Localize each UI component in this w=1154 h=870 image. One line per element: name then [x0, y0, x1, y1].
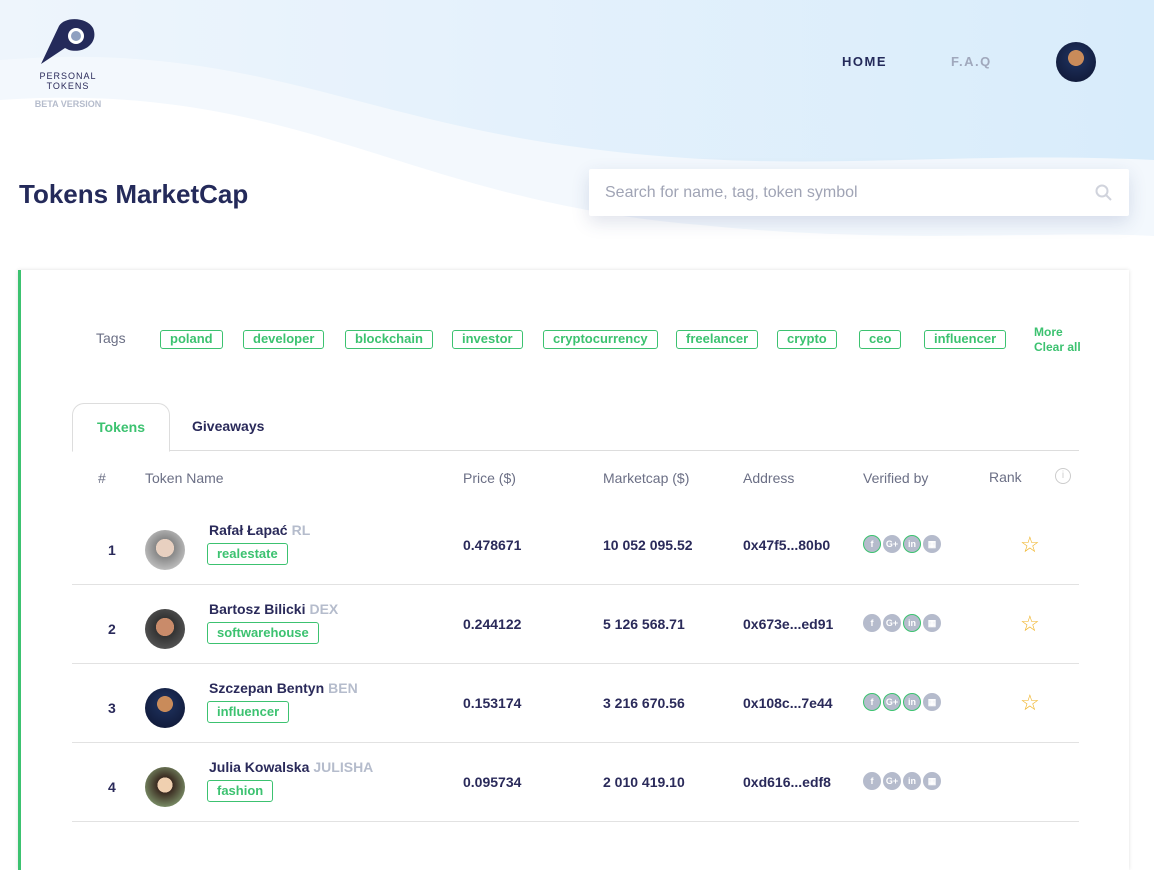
search-box [589, 169, 1129, 216]
token-address[interactable]: 0x47f5...80b0 [743, 537, 830, 553]
table-row[interactable]: 1 Rafał Łapać RL realestate 0.478671 10 0… [72, 506, 1079, 585]
row-rank: 3 [108, 700, 116, 716]
website-icon[interactable]: ▦ [923, 535, 941, 553]
facebook-icon[interactable]: f [863, 535, 881, 553]
token-name[interactable]: Julia Kowalska [209, 759, 309, 775]
linkedin-icon[interactable]: in [903, 693, 921, 711]
facebook-icon[interactable]: f [863, 614, 881, 632]
col-token-name[interactable]: Token Name [145, 470, 224, 486]
token-avatar[interactable] [145, 688, 185, 728]
linkedin-icon[interactable]: in [903, 535, 921, 553]
logo-name: PERSONAL TOKENS [39, 71, 97, 91]
row-rank: 1 [108, 542, 116, 558]
row-rank: 2 [108, 621, 116, 637]
table-row[interactable]: 4 Julia Kowalska JULISHA fashion 0.095734… [72, 743, 1079, 822]
facebook-icon[interactable]: f [863, 693, 881, 711]
tag-filter[interactable]: poland [160, 330, 223, 349]
verified-icons: f G+ in ▦ [863, 693, 941, 711]
tag-filter[interactable]: investor [452, 330, 523, 349]
tab-bar: Tokens Giveaways [72, 403, 1079, 452]
token-symbol: RL [291, 522, 311, 538]
token-name[interactable]: Szczepan Bentyn [209, 680, 324, 696]
tab-tokens[interactable]: Tokens [72, 403, 170, 452]
google-plus-icon[interactable]: G+ [883, 535, 901, 553]
col-address: Address [743, 470, 795, 486]
tag-filter[interactable]: developer [243, 330, 325, 349]
token-avatar[interactable] [145, 609, 185, 649]
token-address[interactable]: 0x108c...7e44 [743, 695, 833, 711]
token-price: 0.153174 [463, 695, 522, 711]
star-icon[interactable]: ☆ [1020, 532, 1040, 558]
star-icon[interactable]: ☆ [1020, 611, 1040, 637]
tag-filter[interactable]: blockchain [345, 330, 433, 349]
token-marketcap: 5 126 568.71 [603, 616, 685, 632]
tag-filter[interactable]: cryptocurrency [543, 330, 658, 349]
token-price: 0.244122 [463, 616, 522, 632]
token-tag[interactable]: influencer [207, 701, 290, 723]
col-marketcap[interactable]: Marketcap ($) [603, 470, 689, 486]
tag-filter[interactable]: crypto [777, 330, 837, 349]
star-icon[interactable]: ☆ [1020, 690, 1040, 716]
header-wave-background [0, 0, 1154, 260]
token-marketcap: 10 052 095.52 [603, 537, 693, 553]
tag-filter[interactable]: influencer [924, 330, 1007, 349]
token-address[interactable]: 0x673e...ed91 [743, 616, 833, 632]
token-price: 0.478671 [463, 537, 522, 553]
verified-icons: f G+ in ▦ [863, 772, 941, 790]
col-rank-number: # [98, 470, 106, 486]
token-symbol: JULISHA [313, 759, 374, 775]
token-name[interactable]: Bartosz Bilicki [209, 601, 305, 617]
token-tag[interactable]: softwarehouse [207, 622, 319, 644]
col-rank[interactable]: Rank [989, 469, 1022, 485]
tag-filter[interactable]: ceo [859, 330, 902, 349]
col-price[interactable]: Price ($) [463, 470, 516, 486]
linkedin-icon[interactable]: in [903, 772, 921, 790]
token-symbol: DEX [309, 601, 339, 617]
table-row[interactable]: 3 Szczepan Bentyn BEN influencer 0.153174… [72, 664, 1079, 743]
token-marketcap: 2 010 419.10 [603, 774, 685, 790]
token-marketcap: 3 216 670.56 [603, 695, 685, 711]
google-plus-icon[interactable]: G+ [883, 693, 901, 711]
verified-icons: f G+ in ▦ [863, 535, 941, 553]
col-verified-by: Verified by [863, 470, 929, 486]
facebook-icon[interactable]: f [863, 772, 881, 790]
google-plus-icon[interactable]: G+ [883, 772, 901, 790]
more-tags-link[interactable]: More [1034, 325, 1081, 340]
marketcap-card: Tags poland developer blockchain investo… [18, 270, 1129, 870]
linkedin-icon[interactable]: in [903, 614, 921, 632]
verified-icons: f G+ in ▦ [863, 614, 941, 632]
nav-home[interactable]: HOME [842, 54, 887, 69]
search-icon[interactable] [1095, 184, 1113, 202]
website-icon[interactable]: ▦ [923, 772, 941, 790]
website-icon[interactable]: ▦ [923, 693, 941, 711]
tags-label: Tags [96, 330, 126, 346]
row-rank: 4 [108, 779, 116, 795]
token-avatar[interactable] [145, 530, 185, 570]
search-input[interactable] [605, 183, 1075, 202]
table-row[interactable]: 2 Bartosz Bilicki DEX softwarehouse 0.244… [72, 585, 1079, 664]
google-plus-icon[interactable]: G+ [883, 614, 901, 632]
nav-faq[interactable]: F.A.Q [951, 54, 992, 69]
logo-mark-icon [41, 19, 95, 64]
token-symbol: BEN [328, 680, 358, 696]
tab-giveaways[interactable]: Giveaways [168, 403, 288, 451]
token-tag[interactable]: realestate [207, 543, 288, 565]
beta-label: BETA VERSION [34, 99, 102, 109]
website-icon[interactable]: ▦ [923, 614, 941, 632]
user-avatar[interactable] [1056, 42, 1096, 82]
token-tag[interactable]: fashion [207, 780, 274, 802]
clear-all-link[interactable]: Clear all [1034, 340, 1081, 355]
token-price: 0.095734 [463, 774, 522, 790]
page-title: Tokens MarketCap [19, 179, 249, 209]
info-icon[interactable]: i [1055, 468, 1071, 484]
token-address[interactable]: 0xd616...edf8 [743, 774, 831, 790]
token-avatar[interactable] [145, 767, 185, 807]
logo[interactable]: PERSONAL TOKENS BETA VERSION [18, 18, 118, 109]
token-name[interactable]: Rafał Łapać [209, 522, 288, 538]
tag-filter[interactable]: freelancer [676, 330, 759, 349]
